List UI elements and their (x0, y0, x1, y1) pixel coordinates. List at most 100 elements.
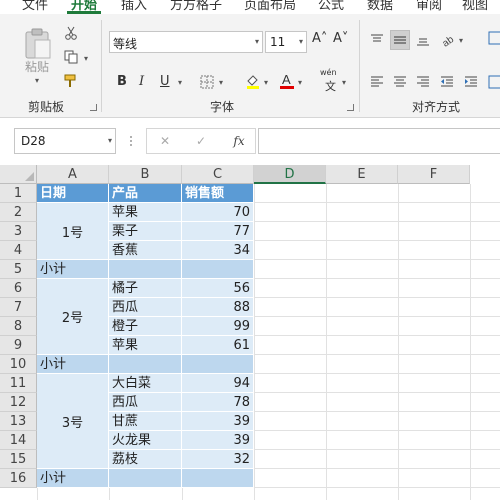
row-header-14[interactable]: 14 (0, 431, 37, 450)
merged-date-cell[interactable]: 1号 (37, 203, 109, 260)
insert-function-icon[interactable]: fx (229, 132, 249, 150)
tab-view[interactable]: 视图 (462, 0, 488, 13)
sales-cell[interactable]: 61 (182, 336, 254, 355)
sales-cell[interactable]: 39 (182, 431, 254, 450)
row-header-16[interactable]: 16 (0, 469, 37, 488)
row-header-12[interactable]: 12 (0, 393, 37, 412)
merge-center-icon[interactable] (486, 72, 500, 92)
row-header-8[interactable]: 8 (0, 317, 37, 336)
italic-button[interactable]: I (139, 74, 144, 89)
merged-date-cell[interactable]: 3号 (37, 374, 109, 469)
subtotal-product-cell[interactable] (109, 260, 182, 279)
phonetic-guide-button[interactable]: wén (320, 68, 337, 77)
row-header-9[interactable]: 9 (0, 336, 37, 355)
row-header-4[interactable]: 4 (0, 241, 37, 260)
tab-insert[interactable]: 插入 (121, 0, 147, 13)
underline-dropdown-icon[interactable]: ▾ (178, 78, 182, 87)
phonetic-dropdown-icon[interactable]: ▾ (342, 78, 346, 87)
cancel-icon[interactable]: ✕ (157, 133, 173, 149)
row-header-13[interactable]: 13 (0, 412, 37, 431)
row-header-10[interactable]: 10 (0, 355, 37, 374)
product-cell[interactable]: 橘子 (109, 279, 182, 298)
sales-cell[interactable]: 39 (182, 412, 254, 431)
row-header-11[interactable]: 11 (0, 374, 37, 393)
subtotal-value-cell[interactable] (182, 469, 254, 488)
column-header-b[interactable]: B (109, 165, 182, 184)
subtotal-product-cell[interactable] (109, 469, 182, 488)
row-header-7[interactable]: 7 (0, 298, 37, 317)
underline-button[interactable]: U (160, 74, 170, 89)
clipboard-launcher-icon[interactable] (90, 104, 97, 111)
sales-cell[interactable]: 56 (182, 279, 254, 298)
grow-font-button[interactable]: A˄ (312, 31, 327, 46)
row-header-6[interactable]: 6 (0, 279, 37, 298)
cut-icon[interactable] (62, 24, 80, 42)
column-header-a[interactable]: A (37, 165, 109, 184)
row-header-2[interactable]: 2 (0, 203, 37, 222)
name-box[interactable]: D28 ▾ (14, 128, 116, 154)
subtotal-value-cell[interactable] (182, 355, 254, 374)
table-header-cell[interactable]: 日期 (37, 184, 109, 203)
copy-dropdown-icon[interactable]: ▾ (84, 54, 88, 63)
font-name-select[interactable]: 等线 ▾ (109, 31, 263, 53)
align-left-icon[interactable] (368, 74, 386, 90)
font-launcher-icon[interactable] (347, 104, 354, 111)
wrap-text-icon[interactable] (486, 28, 500, 48)
shrink-font-button[interactable]: A˅ (333, 31, 348, 46)
sales-cell[interactable]: 32 (182, 450, 254, 469)
align-middle-button[interactable] (390, 30, 410, 50)
font-color-dropdown-icon[interactable]: ▾ (298, 78, 302, 87)
font-size-select[interactable]: 11 ▾ (265, 31, 307, 53)
product-cell[interactable]: 苹果 (109, 203, 182, 222)
product-cell[interactable]: 栗子 (109, 222, 182, 241)
tab-file[interactable]: 文件 (22, 0, 48, 13)
border-icon[interactable] (198, 74, 216, 90)
worksheet-grid[interactable]: A B C D E F 1 2 3 4 5 6 7 8 9 10 11 12 13 14 15 16 日期 产品 销售额 1号 苹果… (0, 165, 500, 500)
paste-dropdown-icon[interactable]: ▾ (35, 76, 39, 85)
product-cell[interactable]: 火龙果 (109, 431, 182, 450)
column-header-d[interactable]: D (254, 165, 326, 184)
table-header-cell[interactable]: 产品 (109, 184, 182, 203)
tab-page-layout[interactable]: 页面布局 (244, 0, 296, 13)
product-cell[interactable]: 西瓜 (109, 298, 182, 317)
fill-color-dropdown-icon[interactable]: ▾ (264, 78, 268, 87)
row-header-5[interactable]: 5 (0, 260, 37, 279)
sales-cell[interactable]: 88 (182, 298, 254, 317)
table-header-cell[interactable]: 销售额 (182, 184, 254, 203)
select-all-button[interactable] (0, 165, 37, 184)
orientation-dropdown-icon[interactable]: ▾ (459, 36, 463, 45)
align-top-icon[interactable] (368, 32, 386, 48)
align-center-icon[interactable] (391, 74, 409, 90)
product-cell[interactable]: 荔枝 (109, 450, 182, 469)
sales-cell[interactable]: 70 (182, 203, 254, 222)
row-header-1[interactable]: 1 (0, 184, 37, 203)
border-dropdown-icon[interactable]: ▾ (219, 78, 223, 87)
font-color-icon[interactable]: A (278, 72, 296, 90)
product-cell[interactable]: 西瓜 (109, 393, 182, 412)
formula-input[interactable] (258, 128, 500, 154)
row-header-15[interactable]: 15 (0, 450, 37, 469)
merged-date-cell[interactable]: 2号 (37, 279, 109, 355)
increase-indent-icon[interactable] (462, 74, 480, 90)
column-header-e[interactable]: E (326, 165, 398, 184)
product-cell[interactable]: 苹果 (109, 336, 182, 355)
sales-cell[interactable]: 34 (182, 241, 254, 260)
decrease-indent-icon[interactable] (438, 74, 456, 90)
copy-icon[interactable] (62, 48, 80, 66)
paste-button[interactable] (22, 26, 54, 62)
product-cell[interactable]: 香蕉 (109, 241, 182, 260)
tab-data[interactable]: 数据 (367, 0, 393, 13)
subtotal-product-cell[interactable] (109, 355, 182, 374)
enter-icon[interactable]: ✓ (193, 133, 209, 149)
format-painter-icon[interactable] (62, 72, 80, 90)
tab-formulas[interactable]: 公式 (318, 0, 344, 13)
fill-color-icon[interactable] (244, 72, 262, 90)
subtotal-label-cell[interactable]: 小计 (37, 260, 109, 279)
product-cell[interactable]: 大白菜 (109, 374, 182, 393)
bold-button[interactable]: B (117, 74, 127, 89)
row-header-3[interactable]: 3 (0, 222, 37, 241)
formula-bar-grip-icon[interactable] (126, 131, 136, 151)
orientation-icon[interactable]: ab (438, 30, 458, 48)
align-right-icon[interactable] (414, 74, 432, 90)
product-cell[interactable]: 甘蔗 (109, 412, 182, 431)
